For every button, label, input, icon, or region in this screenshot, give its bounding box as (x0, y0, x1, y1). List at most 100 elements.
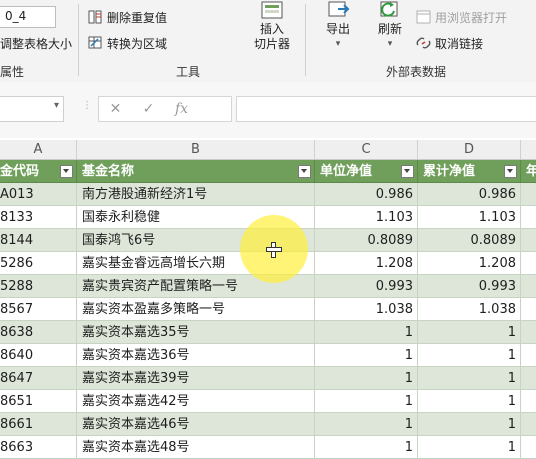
properties-group-label: 属性 (0, 65, 25, 79)
cell-fund-name[interactable]: 嘉实资本嘉选46号 (77, 413, 315, 436)
cell-unit-nav[interactable]: 1 (315, 344, 418, 367)
cell-unit-nav[interactable]: 1.103 (315, 206, 418, 229)
insert-function-icon[interactable]: fx (165, 101, 198, 117)
cell-code[interactable]: 8651 (0, 390, 77, 413)
column-header-b[interactable]: B (77, 140, 315, 159)
cell-cum-nav[interactable]: 1 (418, 344, 521, 367)
table-row: 8647 嘉实资本嘉选39号 1 1 (0, 367, 536, 390)
cell-unit-nav[interactable]: 1.038 (315, 298, 418, 321)
cell-extra[interactable] (521, 298, 536, 321)
worksheet-grid: 金代码 基金名称 单位净值 累计净值 年 A013南方港股通新经济1号0.986… (0, 160, 536, 459)
cell-fund-name[interactable]: 嘉实资本嘉选48号 (77, 436, 315, 459)
header-cell-unit-nav[interactable]: 单位净值 (315, 160, 418, 183)
browser-icon (416, 10, 431, 24)
cell-unit-nav[interactable]: 1 (315, 413, 418, 436)
cell-unit-nav[interactable]: 1 (315, 390, 418, 413)
export-dropdown-icon: ▾ (335, 39, 341, 49)
cell-extra[interactable] (521, 413, 536, 436)
cell-cum-nav[interactable]: 1 (418, 321, 521, 344)
cell-extra[interactable] (521, 206, 536, 229)
formula-bar-grip-icon[interactable]: ⋮ (82, 101, 92, 111)
cell-unit-nav[interactable]: 1 (315, 321, 418, 344)
cell-fund-name[interactable]: 嘉实资本嘉选35号 (77, 321, 315, 344)
unlink-icon (416, 36, 431, 50)
cell-code[interactable]: 8640 (0, 344, 77, 367)
filter-dropdown-icon[interactable] (298, 165, 311, 178)
insert-slicer-button[interactable]: 插入 切片器 (248, 0, 296, 52)
cell-code[interactable]: 5288 (0, 275, 77, 298)
formula-input[interactable] (236, 96, 536, 122)
cell-unit-nav[interactable]: 0.993 (315, 275, 418, 298)
cell-cum-nav[interactable]: 0.993 (418, 275, 521, 298)
header-cell-extra[interactable]: 年 (521, 160, 536, 183)
cell-unit-nav[interactable]: 0.8089 (315, 229, 418, 252)
filter-dropdown-icon[interactable] (60, 165, 73, 178)
cell-fund-name[interactable]: 嘉实资本嘉选36号 (77, 344, 315, 367)
cell-code[interactable]: 8133 (0, 206, 77, 229)
table-row: 8640 嘉实资本嘉选36号 1 1 (0, 344, 536, 367)
cell-cum-nav[interactable]: 1.103 (418, 206, 521, 229)
resize-table-button[interactable]: 调整表格大小 (0, 34, 72, 52)
open-in-browser-button[interactable]: 用浏览器打开 (416, 8, 507, 26)
cell-extra[interactable] (521, 183, 536, 206)
name-box[interactable]: ▾ (0, 96, 64, 122)
convert-to-range-icon (88, 36, 103, 50)
cell-extra[interactable] (521, 229, 536, 252)
cell-cum-nav[interactable]: 1.208 (418, 252, 521, 275)
cell-fund-name[interactable]: 嘉实资本盈嘉多策略一号 (77, 298, 315, 321)
table-row: 8663 嘉实资本嘉选48号 1 1 (0, 436, 536, 459)
cell-extra[interactable] (521, 275, 536, 298)
cell-cum-nav[interactable]: 1 (418, 367, 521, 390)
refresh-button[interactable]: 刷新 ▾ (370, 0, 410, 52)
cell-unit-nav[interactable]: 0.986 (315, 183, 418, 206)
column-header-a[interactable]: A (0, 140, 77, 159)
filter-dropdown-icon[interactable] (504, 165, 517, 178)
cell-cum-nav[interactable]: 1 (418, 413, 521, 436)
cell-extra[interactable] (521, 390, 536, 413)
cell-cum-nav[interactable]: 0.8089 (418, 229, 521, 252)
cell-code[interactable]: 5286 (0, 252, 77, 275)
unlink-button[interactable]: 取消链接 (416, 34, 483, 52)
cell-extra[interactable] (521, 321, 536, 344)
confirm-icon[interactable]: ✓ (132, 101, 165, 117)
cell-code[interactable]: 8144 (0, 229, 77, 252)
table-row: 8651 嘉实资本嘉选42号 1 1 (0, 390, 536, 413)
cell-cum-nav[interactable]: 1 (418, 436, 521, 459)
cell-unit-nav[interactable]: 1.208 (315, 252, 418, 275)
cancel-icon[interactable]: ✕ (99, 101, 132, 117)
cell-fund-name[interactable]: 嘉实资本嘉选39号 (77, 367, 315, 390)
header-cell-name[interactable]: 基金名称 (77, 160, 315, 183)
name-box-dropdown-icon[interactable]: ▾ (54, 100, 59, 111)
cell-cum-nav[interactable]: 1.038 (418, 298, 521, 321)
table-row: 8567 嘉实资本盈嘉多策略一号 1.038 1.038 (0, 298, 536, 321)
table-name-box[interactable]: 0_4 (0, 6, 56, 28)
export-button[interactable]: 导出 ▾ (318, 0, 358, 52)
cell-cum-nav[interactable]: 0.986 (418, 183, 521, 206)
cell-code[interactable]: A013 (0, 183, 77, 206)
cell-code[interactable]: 8663 (0, 436, 77, 459)
tools-group-label: 工具 (176, 65, 201, 79)
cell-fund-name[interactable]: 嘉实资本嘉选42号 (77, 390, 315, 413)
cell-unit-nav[interactable]: 1 (315, 367, 418, 390)
convert-to-range-button[interactable]: 转换为区域 (88, 34, 167, 52)
cell-extra[interactable] (521, 436, 536, 459)
cell-cum-nav[interactable]: 1 (418, 390, 521, 413)
cell-code[interactable]: 8661 (0, 413, 77, 436)
cell-extra[interactable] (521, 367, 536, 390)
column-header-c[interactable]: C (315, 140, 418, 159)
header-cell-cum-nav[interactable]: 累计净值 (418, 160, 521, 183)
cell-code[interactable]: 8567 (0, 298, 77, 321)
cell-unit-nav[interactable]: 1 (315, 436, 418, 459)
table-row: 8638 嘉实资本嘉选35号 1 1 (0, 321, 536, 344)
filter-dropdown-icon[interactable] (401, 165, 414, 178)
cell-extra[interactable] (521, 344, 536, 367)
cell-fund-name[interactable]: 南方港股通新经济1号 (77, 183, 315, 206)
cell-code[interactable]: 8647 (0, 367, 77, 390)
remove-duplicates-icon (88, 10, 103, 24)
remove-duplicates-button[interactable]: 删除重复值 (88, 8, 167, 26)
cell-extra[interactable] (521, 252, 536, 275)
column-header-d[interactable]: D (418, 140, 521, 159)
cell-code[interactable]: 8638 (0, 321, 77, 344)
column-header-e[interactable] (521, 140, 536, 159)
header-cell-code[interactable]: 金代码 (0, 160, 77, 183)
